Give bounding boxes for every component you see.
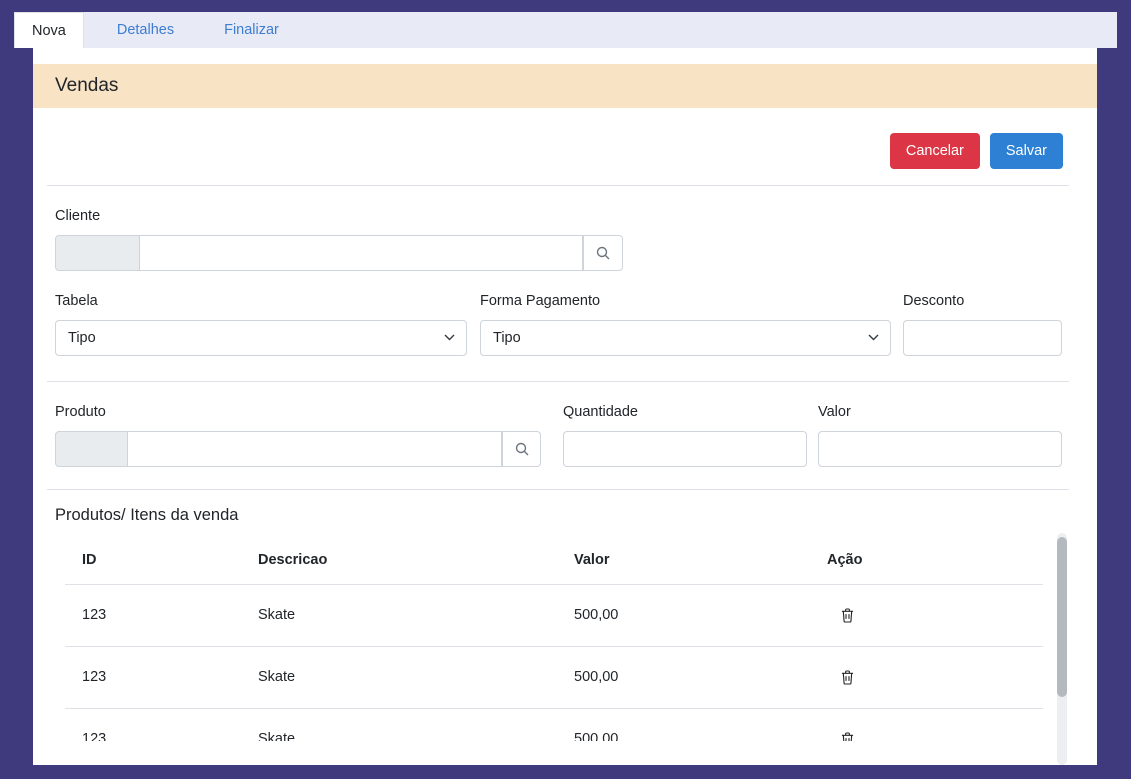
cliente-field: Cliente (55, 206, 1097, 271)
delete-item-button[interactable] (837, 666, 858, 689)
item-acao-cell (810, 584, 1043, 646)
items-table-body: 123 Skate 500,00 123 Skate 500,00 (65, 584, 1043, 741)
page-title: Vendas (55, 75, 118, 97)
quantidade-field: Quantidade (563, 402, 807, 467)
valor-label: Valor (818, 402, 1062, 423)
cancel-button[interactable]: Cancelar (890, 133, 980, 169)
forma-pagamento-label: Forma Pagamento (480, 291, 891, 312)
trash-icon (841, 670, 854, 685)
divider (47, 489, 1069, 490)
trash-icon (841, 608, 854, 623)
delete-item-button[interactable] (837, 604, 858, 627)
tabela-select[interactable]: Tipo (55, 320, 467, 356)
valor-field: Valor (818, 402, 1062, 467)
item-descricao-cell: Skate (241, 708, 557, 741)
save-button[interactable]: Salvar (990, 133, 1063, 169)
scrollbar-thumb[interactable] (1057, 537, 1067, 697)
produto-field: Produto (55, 402, 541, 467)
table-scrollbar[interactable] (1057, 533, 1067, 765)
item-acao-cell (810, 646, 1043, 708)
desconto-label: Desconto (903, 291, 1062, 312)
items-table-container: ID Descricao Valor Ação 123 Skate 500,00 (65, 536, 1043, 741)
produto-search-button[interactable] (502, 431, 541, 467)
desconto-input[interactable] (903, 320, 1062, 356)
payment-row: Tabela Tipo Forma Pagamento Tipo (55, 291, 1097, 356)
cliente-id-box (55, 235, 140, 271)
item-valor-cell: 500,00 (557, 708, 810, 741)
cliente-input[interactable] (140, 235, 583, 271)
forma-pagamento-field: Forma Pagamento Tipo (480, 291, 891, 356)
table-row: 123 Skate 500,00 (65, 584, 1043, 646)
item-id-cell: 123 (65, 584, 241, 646)
divider (47, 185, 1069, 186)
produto-id-box (55, 431, 128, 467)
tabela-field: Tabela Tipo (55, 291, 467, 356)
header-valor: Valor (557, 536, 810, 584)
produto-label: Produto (55, 402, 541, 423)
item-acao-cell (810, 708, 1043, 741)
item-descricao-cell: Skate (241, 584, 557, 646)
header-descricao: Descricao (241, 536, 557, 584)
trash-icon (841, 732, 854, 742)
page-header: Vendas (33, 64, 1097, 108)
desconto-field: Desconto (903, 291, 1062, 356)
items-section-title: Produtos/ Itens da venda (55, 503, 1097, 527)
action-buttons: Cancelar Salvar (33, 133, 1097, 169)
table-header-row: ID Descricao Valor Ação (65, 536, 1043, 584)
tab-detalhes[interactable]: Detalhes (100, 12, 191, 48)
cliente-input-group (55, 235, 623, 271)
tab-bar: Nova Detalhes Finalizar (14, 12, 1117, 48)
table-row: 123 Skate 500,00 (65, 646, 1043, 708)
produto-input[interactable] (128, 431, 502, 467)
vendas-card: Vendas Cancelar Salvar Cliente Tabela Ti… (33, 48, 1097, 765)
cliente-label: Cliente (55, 206, 1097, 227)
item-valor-cell: 500,00 (557, 584, 810, 646)
forma-pagamento-select[interactable]: Tipo (480, 320, 891, 356)
tab-nova[interactable]: Nova (14, 12, 84, 48)
header-acao: Ação (810, 536, 1043, 584)
valor-input[interactable] (818, 431, 1062, 467)
header-id: ID (65, 536, 241, 584)
produto-input-group (55, 431, 541, 467)
search-icon (595, 245, 611, 261)
quantidade-input[interactable] (563, 431, 807, 467)
quantidade-label: Quantidade (563, 402, 807, 423)
delete-item-button[interactable] (837, 728, 858, 742)
item-descricao-cell: Skate (241, 646, 557, 708)
product-row: Produto Quantidade Valor (55, 402, 1097, 467)
table-row: 123 Skate 500,00 (65, 708, 1043, 741)
tab-finalizar[interactable]: Finalizar (207, 12, 296, 48)
tabela-label: Tabela (55, 291, 467, 312)
divider (47, 381, 1069, 382)
search-icon (514, 441, 530, 457)
item-id-cell: 123 (65, 708, 241, 741)
items-table: ID Descricao Valor Ação 123 Skate 500,00 (65, 536, 1043, 741)
item-id-cell: 123 (65, 646, 241, 708)
item-valor-cell: 500,00 (557, 646, 810, 708)
cliente-search-button[interactable] (583, 235, 623, 271)
